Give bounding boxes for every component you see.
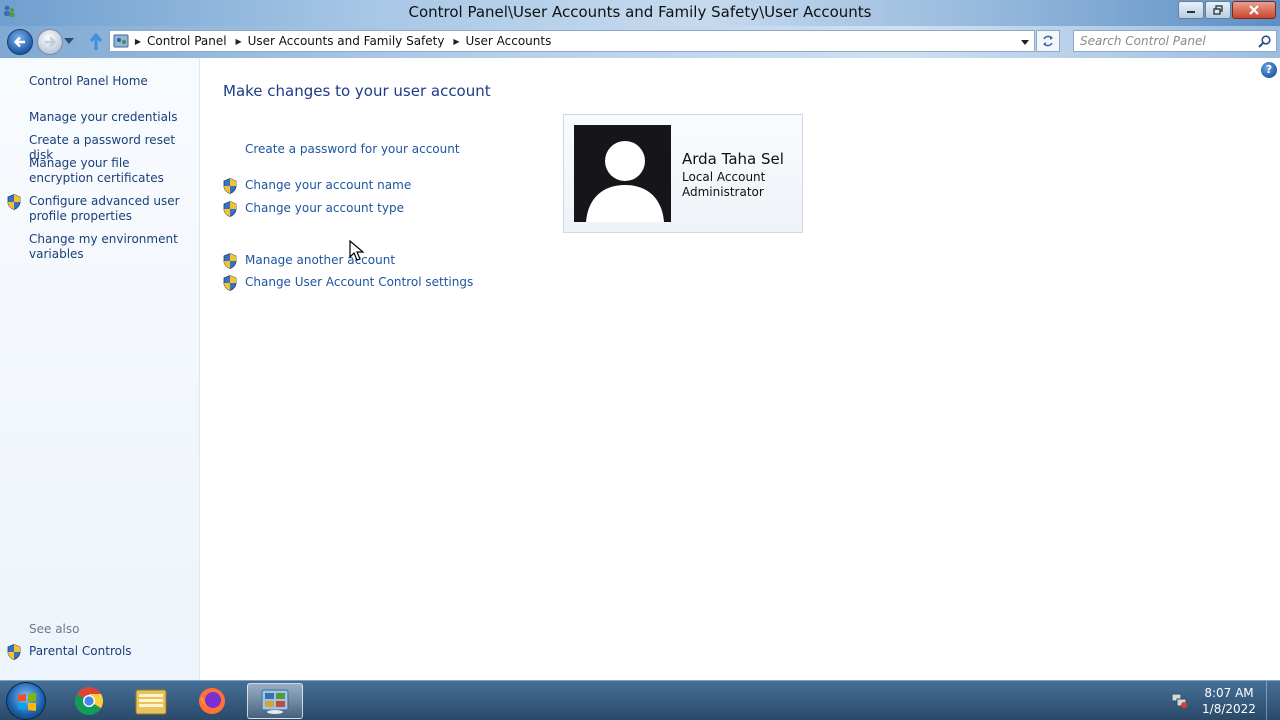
clock-time: 8:07 AM xyxy=(1204,686,1254,700)
search-input[interactable] xyxy=(1080,34,1258,48)
account-name: Arda Taha Sel xyxy=(682,150,784,168)
taskbar: 8:07 AM 1/8/2022 xyxy=(0,680,1280,720)
back-button[interactable] xyxy=(7,29,33,55)
restore-icon xyxy=(1213,5,1223,15)
file-explorer-icon xyxy=(135,689,167,715)
close-icon xyxy=(1249,5,1259,15)
uac-shield-icon xyxy=(223,253,237,269)
account-role: Administrator xyxy=(682,185,764,199)
system-clock[interactable]: 8:07 AM 1/8/2022 xyxy=(1196,685,1262,717)
manage-another-account-link[interactable]: Manage another account xyxy=(245,253,395,267)
breadcrumb-user-accounts-family-safety[interactable]: User Accounts and Family Safety xyxy=(246,34,450,48)
chrome-icon xyxy=(75,687,103,716)
minimize-button[interactable] xyxy=(1178,1,1204,19)
breadcrumb-control-panel[interactable]: Control Panel xyxy=(145,34,232,48)
user-silhouette-icon xyxy=(586,141,664,222)
search-box[interactable] xyxy=(1073,30,1277,52)
address-dropdown-button[interactable] xyxy=(1018,35,1032,49)
title-bar: Control Panel\User Accounts and Family S… xyxy=(0,0,1280,26)
uac-shield-icon xyxy=(223,275,237,291)
arrow-right-icon xyxy=(45,36,57,48)
uac-shield-icon xyxy=(7,644,21,660)
window-title: Control Panel\User Accounts and Family S… xyxy=(408,3,872,21)
avatar[interactable] xyxy=(574,125,671,222)
navigation-bar: ▶ Control Panel ▶ User Accounts and Fami… xyxy=(0,26,1280,58)
breadcrumb-separator-icon[interactable]: ▶ xyxy=(449,37,463,46)
chevron-down-icon xyxy=(64,38,74,44)
minimize-icon xyxy=(1187,11,1195,13)
help-icon[interactable]: ? xyxy=(1261,62,1277,78)
control-panel-icon xyxy=(261,689,289,714)
refresh-button[interactable] xyxy=(1036,30,1060,52)
network-icon[interactable] xyxy=(1170,691,1188,709)
breadcrumb-separator-icon[interactable]: ▶ xyxy=(232,37,246,46)
uac-shield-icon xyxy=(7,194,21,210)
tasks-sidebar: Control Panel Home Manage your credentia… xyxy=(0,58,200,680)
forward-button[interactable] xyxy=(37,29,63,55)
see-also-heading: See also xyxy=(29,622,80,636)
taskbar-chrome[interactable] xyxy=(61,683,117,719)
control-panel-home-link[interactable]: Control Panel Home xyxy=(29,74,194,89)
uac-shield-icon xyxy=(223,178,237,194)
up-button[interactable] xyxy=(87,32,105,52)
change-account-name-link[interactable]: Change your account name xyxy=(245,178,411,192)
chevron-down-icon xyxy=(1021,39,1029,45)
environment-variables-link[interactable]: Change my environment variables xyxy=(29,232,194,262)
manage-credentials-link[interactable]: Manage your credentials xyxy=(29,110,194,125)
parental-controls-link[interactable]: Parental Controls xyxy=(29,644,194,659)
file-encryption-certificates-link[interactable]: Manage your file encryption certificates xyxy=(29,156,194,186)
start-button[interactable] xyxy=(6,682,46,720)
account-type: Local Account xyxy=(682,170,766,184)
page-title: Make changes to your user account xyxy=(223,82,491,100)
arrow-left-icon xyxy=(13,36,25,48)
breadcrumb-user-accounts[interactable]: User Accounts xyxy=(463,34,556,48)
windows-logo-icon xyxy=(18,693,36,711)
uac-settings-link[interactable]: Change User Account Control settings xyxy=(245,275,473,289)
taskbar-firefox[interactable] xyxy=(184,683,240,719)
account-card: Arda Taha Sel Local Account Administrato… xyxy=(563,114,803,233)
arrow-up-icon xyxy=(89,33,103,50)
restore-button[interactable] xyxy=(1205,1,1231,19)
taskbar-file-explorer[interactable] xyxy=(123,683,179,719)
main-content: ? Make changes to your user account Crea… xyxy=(200,58,1280,680)
close-button[interactable] xyxy=(1232,1,1276,19)
window-controls xyxy=(1177,1,1276,19)
search-icon[interactable] xyxy=(1258,35,1271,48)
taskbar-control-panel[interactable] xyxy=(247,683,303,719)
change-account-type-link[interactable]: Change your account type xyxy=(245,201,404,215)
breadcrumb-separator-icon[interactable]: ▶ xyxy=(131,37,145,46)
create-password-link[interactable]: Create a password for your account xyxy=(245,142,460,156)
address-bar[interactable]: ▶ Control Panel ▶ User Accounts and Fami… xyxy=(109,30,1035,52)
control-panel-icon xyxy=(113,34,129,48)
uac-shield-icon xyxy=(223,201,237,217)
clock-date: 1/8/2022 xyxy=(1202,702,1256,716)
firefox-icon xyxy=(199,688,225,714)
recent-pages-button[interactable] xyxy=(63,35,75,47)
show-desktop-button[interactable] xyxy=(1266,681,1280,720)
refresh-icon xyxy=(1043,35,1053,47)
advanced-user-profile-link[interactable]: Configure advanced user profile properti… xyxy=(29,194,194,224)
